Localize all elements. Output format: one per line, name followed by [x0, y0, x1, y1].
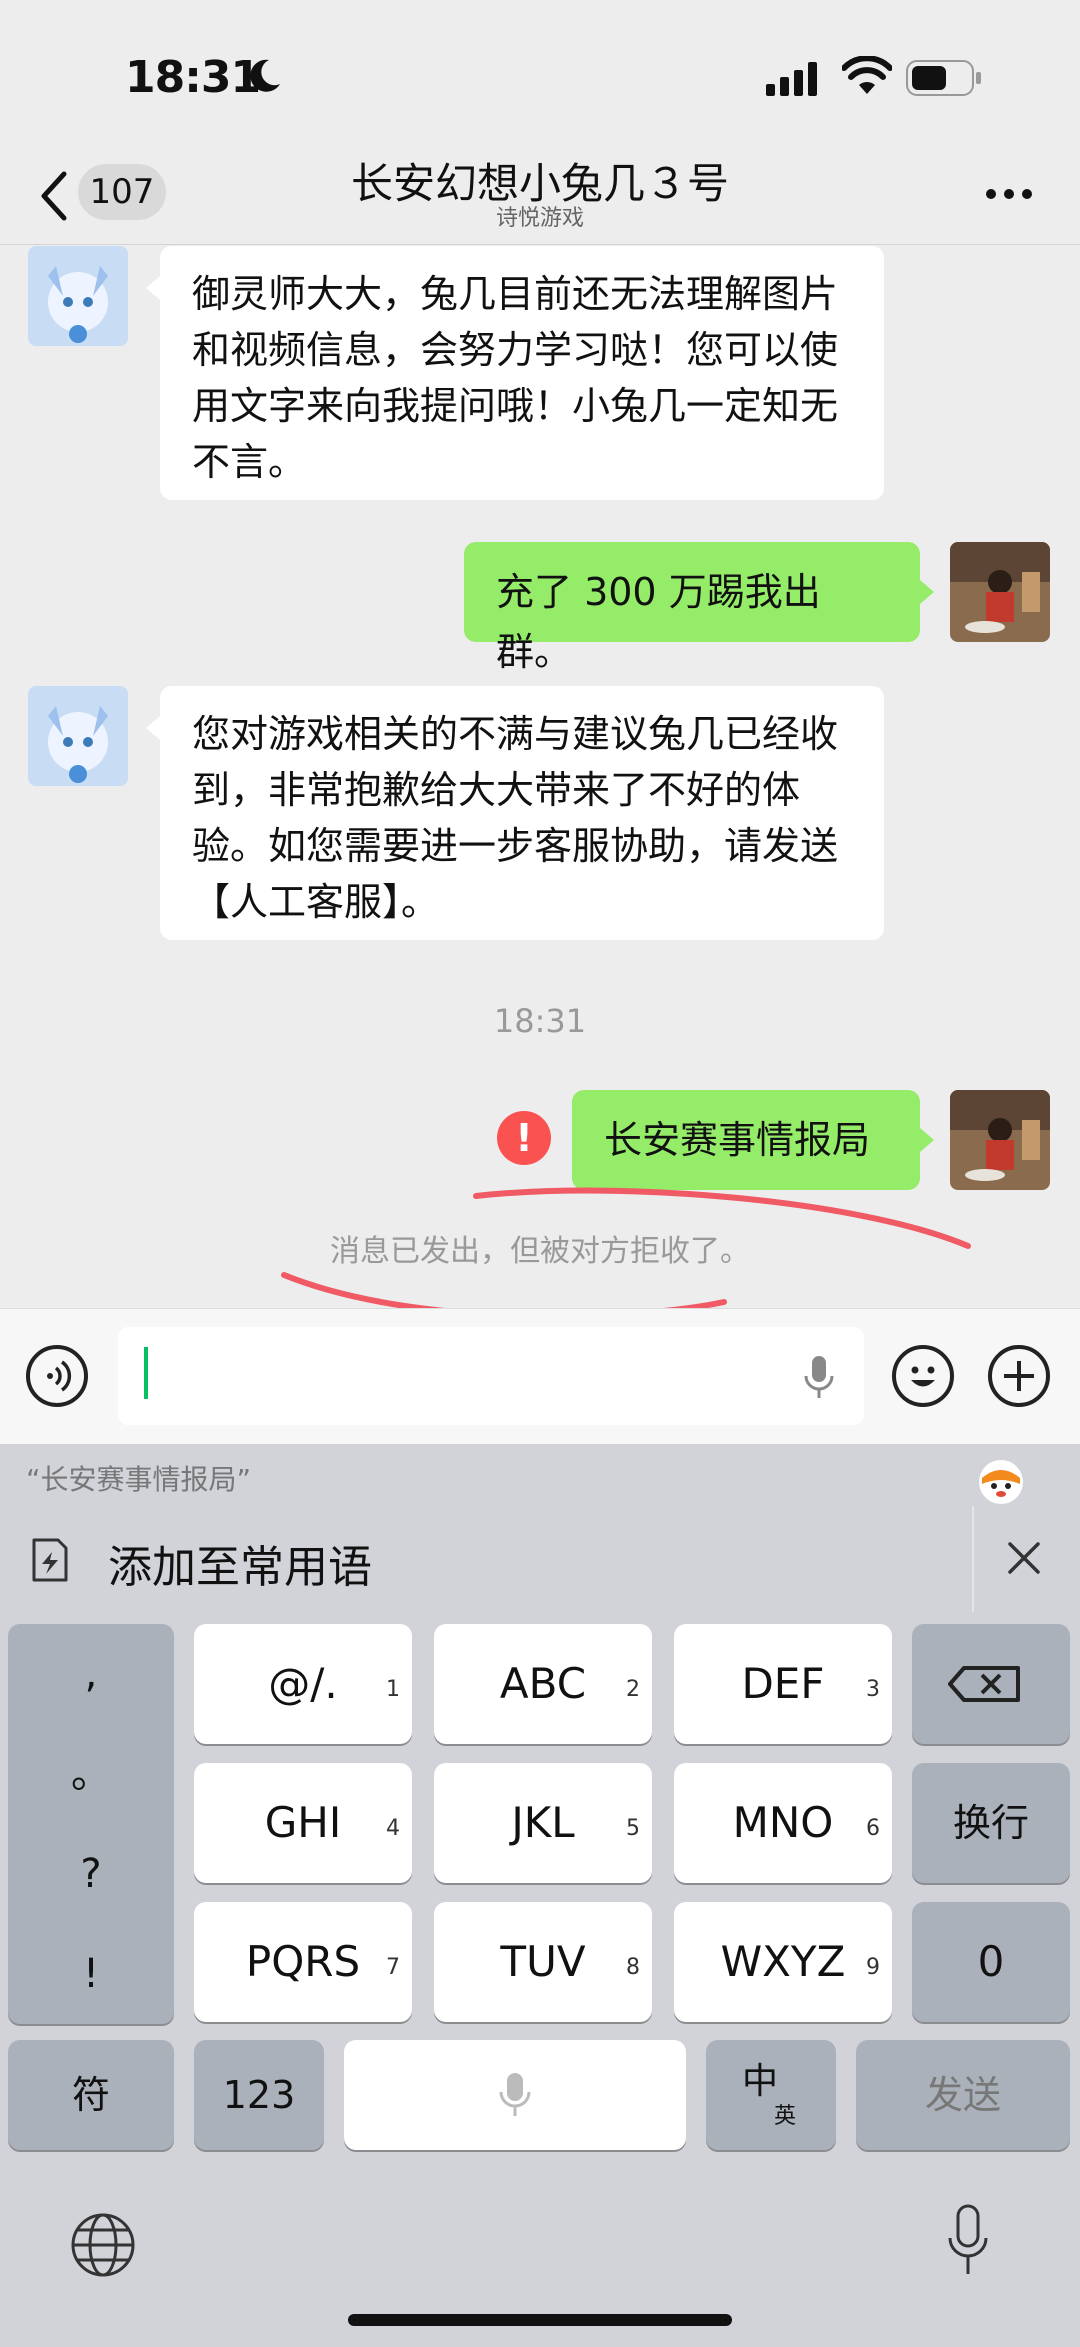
battery-icon	[906, 60, 981, 96]
backspace-icon	[948, 1666, 1020, 1702]
bubble-tail	[920, 580, 934, 604]
my-avatar[interactable]	[950, 1090, 1050, 1190]
punctuation-column[interactable]: , 。 ? !	[8, 1624, 174, 2024]
key-label: WXYZ	[720, 1937, 846, 1986]
divider	[972, 1506, 974, 1612]
unread-count-badge[interactable]: 107	[78, 164, 166, 220]
globe-icon[interactable]	[70, 2212, 136, 2278]
key-period[interactable]: 。	[8, 1724, 174, 1824]
rejected-notice: 消息已发出，但被对方拒收了。	[330, 1234, 750, 1269]
key-label: MNO	[732, 1798, 834, 1847]
add-to-phrases-button[interactable]: 添加至常用语	[108, 1531, 372, 1595]
status-time: 18:31	[125, 52, 261, 103]
key-number: 9	[866, 1955, 880, 1980]
more-icon[interactable]	[985, 188, 1033, 200]
bubble-tail	[146, 716, 160, 740]
key-number: 4	[386, 1816, 400, 1841]
mic-icon[interactable]	[802, 1354, 836, 1402]
message-input[interactable]	[118, 1327, 864, 1425]
lang-main-label: 中	[742, 2061, 779, 2102]
emoji-icon[interactable]	[892, 1345, 954, 1407]
bot-avatar[interactable]	[28, 686, 128, 786]
message-bubble-me[interactable]: 充了 300 万踢我出群。	[464, 542, 920, 674]
zero-key[interactable]: 0	[912, 1902, 1070, 2022]
message-bubble-bot[interactable]: 御灵师大大，兔几目前还无法理解图片和视频信息，会努力学习哒！您可以使用文字来向我…	[160, 246, 884, 500]
newline-key[interactable]: 换行	[912, 1763, 1070, 1883]
message-bubble-bot[interactable]: 您对游戏相关的不满与建议兔几已经收到，非常抱歉给大大带来了不好的体验。如您需要进…	[160, 686, 884, 940]
add-phrase-icon[interactable]	[26, 1536, 74, 1584]
message-bubble-me-failed[interactable]: 长安赛事情报局	[572, 1090, 920, 1190]
key-number: 6	[866, 1816, 880, 1841]
chat-subtitle: 诗悦游戏	[495, 206, 584, 231]
nav-divider	[0, 244, 1080, 245]
key-9[interactable]: WXYZ 9	[674, 1902, 892, 2022]
signal-icon	[766, 62, 817, 96]
key-7[interactable]: PQRS 7	[194, 1902, 412, 2022]
language-switch-key[interactable]: 中 英	[706, 2040, 836, 2150]
moon-icon	[250, 59, 280, 92]
mascot-icon[interactable]	[974, 1452, 1028, 1506]
key-question[interactable]: ?	[8, 1824, 174, 1924]
key-2[interactable]: ABC 2	[434, 1624, 652, 1744]
send-failed-icon[interactable]: !	[497, 1111, 551, 1165]
key-number: 8	[626, 1955, 640, 1980]
close-icon[interactable]	[1006, 1540, 1042, 1576]
back-icon[interactable]	[34, 168, 74, 224]
key-1[interactable]: @/. 1	[194, 1624, 412, 1744]
dictation-icon[interactable]	[946, 2204, 990, 2280]
lang-sub-label: 英	[774, 2104, 797, 2129]
backspace-key[interactable]	[912, 1624, 1070, 1744]
my-avatar[interactable]	[950, 542, 1050, 642]
suggestion-quote: “长安赛事情报局”	[26, 1463, 252, 1496]
numbers-key[interactable]: 123	[194, 2040, 324, 2150]
key-label: JKL	[511, 1798, 575, 1847]
key-6[interactable]: MNO 6	[674, 1763, 892, 1883]
key-3[interactable]: DEF 3	[674, 1624, 892, 1744]
bubble-tail	[146, 276, 160, 300]
message-timestamp: 18:31	[493, 1002, 587, 1040]
plus-icon[interactable]	[988, 1345, 1050, 1407]
voice-icon[interactable]	[26, 1345, 88, 1407]
key-comma[interactable]: ,	[8, 1624, 174, 1724]
key-8[interactable]: TUV 8	[434, 1902, 652, 2022]
bubble-tail	[920, 1128, 934, 1152]
key-number: 3	[866, 1677, 880, 1702]
key-number: 2	[626, 1677, 640, 1702]
key-label: ABC	[499, 1659, 587, 1708]
text-cursor	[144, 1347, 148, 1399]
key-exclaim[interactable]: !	[8, 1924, 174, 2024]
key-number: 5	[626, 1816, 640, 1841]
home-indicator	[348, 2314, 732, 2326]
key-label: TUV	[500, 1937, 586, 1986]
key-5[interactable]: JKL 5	[434, 1763, 652, 1883]
key-4[interactable]: GHI 4	[194, 1763, 412, 1883]
key-label: GHI	[264, 1798, 342, 1847]
send-key[interactable]: 发送	[856, 2040, 1070, 2150]
key-label: @/.	[268, 1659, 338, 1708]
key-number: 1	[386, 1677, 400, 1702]
space-key[interactable]	[344, 2040, 686, 2150]
wifi-icon	[842, 56, 892, 94]
symbols-key[interactable]: 符	[8, 2040, 174, 2150]
bot-avatar[interactable]	[28, 246, 128, 346]
key-number: 7	[386, 1955, 400, 1980]
mic-icon	[499, 2073, 531, 2116]
key-label: DEF	[741, 1659, 825, 1708]
key-label: PQRS	[245, 1937, 361, 1986]
